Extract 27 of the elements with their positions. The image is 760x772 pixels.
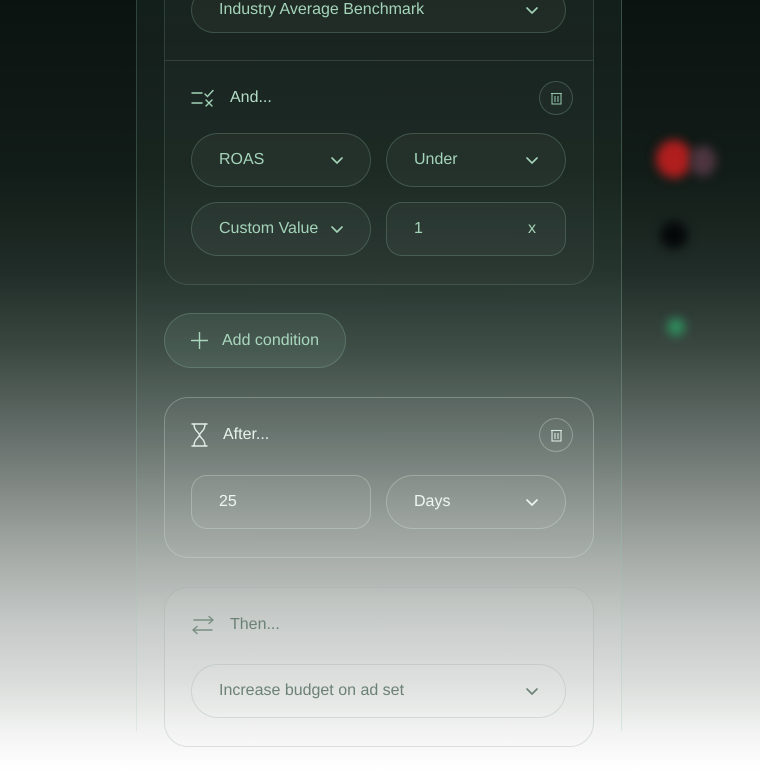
add-condition-button[interactable]: Add condition — [164, 313, 346, 368]
chevron-down-icon — [331, 156, 343, 164]
chevron-down-icon — [526, 498, 538, 506]
chevron-down-icon — [526, 6, 538, 14]
blurred-avatar-icon — [690, 146, 716, 176]
delete-button[interactable] — [539, 418, 573, 452]
blurred-avatar-icon — [656, 140, 692, 178]
section-title: After... — [223, 426, 270, 444]
list-check-icon — [191, 89, 215, 107]
chevron-down-icon — [331, 226, 343, 232]
trash-icon — [550, 92, 562, 104]
trash-icon — [550, 428, 562, 442]
section-title: Then... — [230, 616, 281, 634]
blurred-avatar-icon — [667, 318, 685, 336]
dropdown[interactable]: Custom Value — [191, 202, 371, 256]
plus-icon — [191, 332, 208, 349]
dropdown[interactable]: ROAS — [191, 133, 371, 187]
chevron-down-icon — [526, 688, 538, 694]
swap-arrows-icon — [191, 615, 215, 635]
dropdown[interactable]: Industry Average Benchmark — [191, 0, 566, 33]
section-title: And... — [230, 89, 273, 107]
dropdown[interactable]: Under — [386, 133, 566, 187]
hourglass-icon — [191, 423, 208, 447]
unit-label: x — [528, 220, 536, 238]
chevron-down-icon — [526, 156, 538, 164]
number-input[interactable]: 1 x — [386, 202, 566, 256]
delete-button[interactable] — [539, 81, 573, 115]
